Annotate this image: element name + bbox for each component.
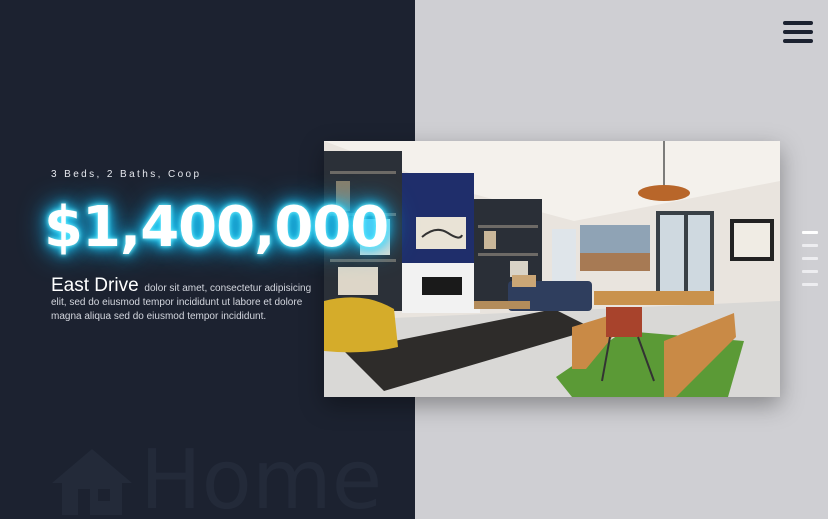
slide-pager xyxy=(802,231,818,296)
house-icon xyxy=(52,449,132,515)
listing-photo[interactable] xyxy=(324,141,780,397)
slide-indicator-2[interactable] xyxy=(802,244,818,247)
listing-description-block: East Drive dolor sit amet, consectetur a… xyxy=(51,276,321,324)
listing-page: Home 3 Beds, 2 Baths, Coop $1,400,000 Ea… xyxy=(0,0,828,519)
listing-price: $1,400,000 xyxy=(44,195,389,260)
menu-button[interactable] xyxy=(783,21,813,45)
watermark-text: Home xyxy=(140,433,383,519)
home-watermark: Home xyxy=(48,440,382,519)
hamburger-menu-icon-bar xyxy=(783,39,813,43)
slide-indicator-5[interactable] xyxy=(802,283,818,286)
slide-indicator-3[interactable] xyxy=(802,257,818,260)
slide-indicator-1[interactable] xyxy=(802,231,818,234)
listing-specs: 3 Beds, 2 Baths, Coop xyxy=(51,169,202,180)
listing-street: East Drive xyxy=(51,275,139,296)
living-room-photo xyxy=(324,141,780,397)
slide-indicator-4[interactable] xyxy=(802,270,818,273)
hamburger-menu-icon xyxy=(783,21,813,25)
hamburger-menu-icon-bar xyxy=(783,30,813,34)
